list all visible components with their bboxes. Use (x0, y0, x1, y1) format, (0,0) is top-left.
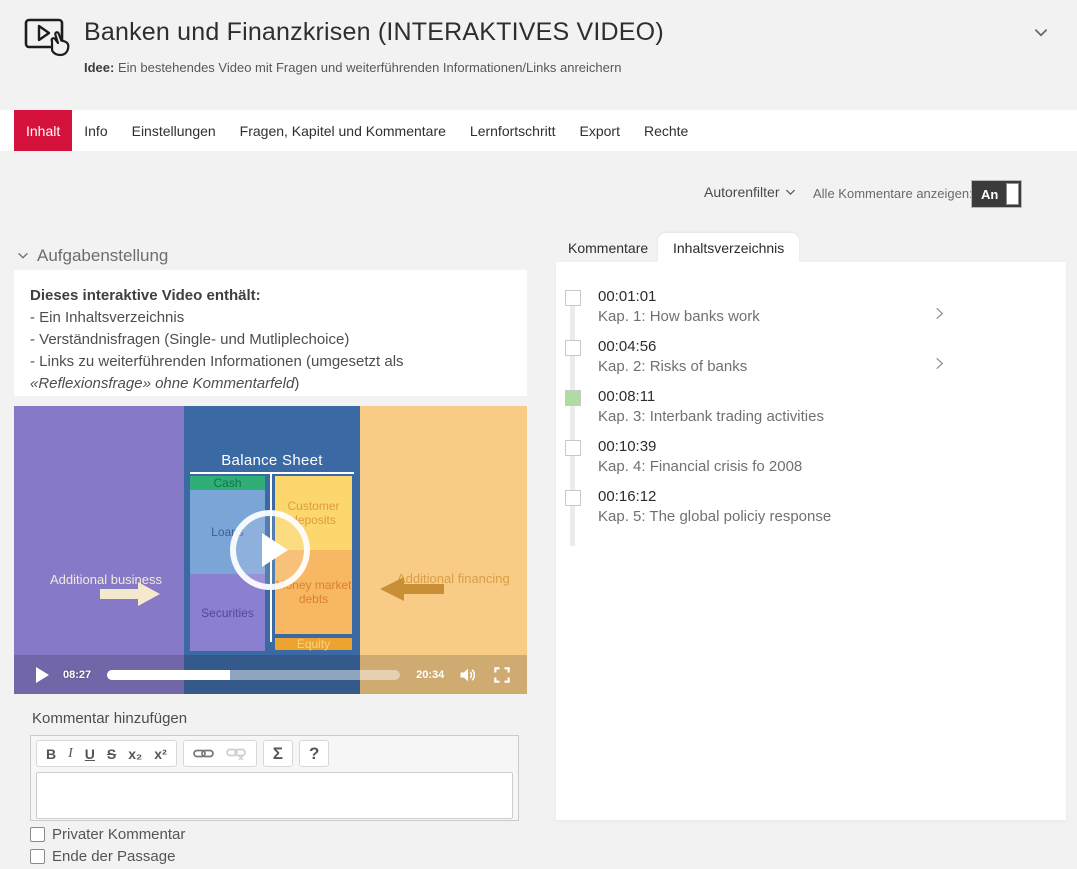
seek-bar-fill (107, 670, 230, 680)
slide-right-band (360, 406, 527, 694)
tab-fragen-kapitel-kommentare[interactable]: Fragen, Kapitel und Kommentare (228, 110, 458, 151)
chapter-time: 00:08:11 (598, 388, 655, 405)
chapter-title[interactable]: Kap. 4: Financial crisis fo 2008 (598, 458, 802, 475)
end-of-passage-label: Ende der Passage (52, 848, 175, 865)
fullscreen-icon[interactable] (492, 665, 512, 685)
strikethrough-button[interactable]: S (107, 747, 116, 761)
asset-cash-block: Cash (190, 476, 265, 490)
chapter-checkbox[interactable] (565, 490, 581, 506)
italic-button[interactable]: I (68, 747, 73, 761)
chapter-time: 00:01:01 (598, 288, 656, 305)
seek-bar[interactable] (107, 670, 400, 680)
chapter-row: 00:04:56 Kap. 2: Risks of banks (556, 338, 1066, 388)
private-comment-checkbox[interactable] (30, 827, 45, 842)
tab-kommentare[interactable]: Kommentare (568, 240, 648, 256)
editor-toolbar: B I U S x₂ x² Σ ? (31, 736, 518, 771)
chapter-checkbox[interactable] (565, 390, 581, 406)
chapter-title[interactable]: Kap. 5: The global policiy response (598, 508, 831, 525)
math-sigma-button[interactable]: Σ (273, 745, 283, 762)
chapter-title[interactable]: Kap. 2: Risks of banks (598, 358, 747, 375)
right-arrow-icon (100, 582, 160, 606)
chapter-time: 00:04:56 (598, 338, 656, 355)
subscript-button[interactable]: x₂ (128, 747, 142, 761)
chevron-down-icon (784, 186, 797, 199)
help-button[interactable]: ? (309, 745, 319, 762)
big-play-button[interactable] (230, 510, 310, 590)
balance-sheet-title: Balance Sheet (184, 452, 360, 469)
author-filter-dropdown[interactable]: Autorenfilter (704, 184, 797, 200)
slide-left-band (14, 406, 184, 694)
private-comment-row: Privater Kommentar (30, 826, 185, 843)
comment-input[interactable] (36, 772, 513, 819)
tab-info[interactable]: Info (72, 110, 119, 151)
chapter-row: 00:16:12 Kap. 5: The global policiy resp… (556, 488, 1066, 538)
unlink-icon[interactable] (226, 747, 247, 760)
video-controls-bar: 08:27 20:34 (14, 655, 527, 694)
chapter-time: 00:16:12 (598, 488, 656, 505)
liability-equity-block: Equity (275, 638, 352, 650)
superscript-button[interactable]: x² (154, 747, 166, 761)
add-comment-label: Kommentar hinzufügen (32, 710, 187, 727)
task-item-2: - Verständnisfragen (Single- und Mutlipl… (30, 329, 511, 351)
chapter-checkbox[interactable] (565, 340, 581, 356)
idea-text: Ein bestehendes Video mit Fragen und wei… (114, 60, 621, 75)
task-item-1: - Ein Inhaltsverzeichnis (30, 307, 511, 329)
balance-sheet-divider (190, 472, 354, 474)
task-section-title: Aufgabenstellung (37, 246, 168, 266)
bold-button[interactable]: B (46, 747, 56, 761)
main-tab-bar: Inhalt Info Einstellungen Fragen, Kapite… (0, 110, 1077, 151)
task-item-3: - Links zu weiterführenden Informationen… (30, 351, 511, 395)
chevron-right-icon[interactable] (932, 306, 947, 321)
private-comment-label: Privater Kommentar (52, 826, 185, 843)
tab-rechte[interactable]: Rechte (632, 110, 700, 151)
task-section-header[interactable]: Aufgabenstellung (16, 246, 168, 266)
volume-icon[interactable] (458, 665, 478, 685)
left-arrow-icon (380, 577, 444, 601)
task-item-3-italic: «Reflexionsfrage» ohne Kommentarfeld (30, 375, 294, 392)
page-subtitle: Idee: Ein bestehendes Video mit Fragen u… (84, 60, 621, 75)
task-description-box: Dieses interaktive Video enthält: - Ein … (14, 270, 527, 396)
play-icon (262, 533, 288, 567)
tab-einstellungen[interactable]: Einstellungen (120, 110, 228, 151)
current-time: 08:27 (63, 669, 91, 681)
idea-label: Idee: (84, 60, 114, 75)
toggle-knob (1006, 183, 1019, 205)
chapter-checkbox[interactable] (565, 440, 581, 456)
tab-inhaltsverzeichnis[interactable]: Inhaltsverzeichnis (658, 233, 799, 262)
interactive-video-icon (22, 16, 72, 62)
collapse-header-chevron-icon[interactable] (1032, 24, 1050, 42)
chapter-title[interactable]: Kap. 3: Interbank trading activities (598, 408, 824, 425)
table-of-contents-panel: 00:01:01 Kap. 1: How banks work 00:04:56… (556, 262, 1066, 820)
duration: 20:34 (416, 669, 444, 681)
play-button[interactable] (36, 667, 49, 683)
toggle-state-label: An (972, 187, 1006, 202)
page-title: Banken und Finanzkrisen (INTERAKTIVES VI… (84, 18, 664, 47)
author-filter-label: Autorenfilter (704, 184, 779, 200)
underline-button[interactable]: U (85, 747, 95, 761)
chapter-checkbox[interactable] (565, 290, 581, 306)
tab-lernfortschritt[interactable]: Lernfortschritt (458, 110, 568, 151)
end-of-passage-checkbox[interactable] (30, 849, 45, 864)
page-header: Banken und Finanzkrisen (INTERAKTIVES VI… (0, 0, 1077, 110)
task-intro: Dieses interaktive Video enthält: (30, 285, 511, 307)
end-of-passage-row: Ende der Passage (30, 848, 175, 865)
show-all-comments-label: Alle Kommentare anzeigen: (813, 186, 973, 201)
chevron-right-icon[interactable] (932, 356, 947, 371)
chapter-time: 00:10:39 (598, 438, 656, 455)
tab-export[interactable]: Export (568, 110, 632, 151)
chapter-row: 00:08:11 Kap. 3: Interbank trading activ… (556, 388, 1066, 438)
chapter-row: 00:01:01 Kap. 1: How banks work (556, 288, 1066, 338)
chapter-title[interactable]: Kap. 1: How banks work (598, 308, 760, 325)
show-all-comments-toggle[interactable]: An (971, 180, 1022, 208)
link-icon[interactable] (193, 747, 214, 760)
chevron-down-icon (16, 249, 30, 263)
video-player[interactable]: Balance Sheet Cash Loans Securities Cust… (14, 406, 527, 694)
comment-editor: B I U S x₂ x² Σ ? (30, 735, 519, 821)
tab-inhalt[interactable]: Inhalt (14, 110, 72, 151)
chapter-row: 00:10:39 Kap. 4: Financial crisis fo 200… (556, 438, 1066, 488)
